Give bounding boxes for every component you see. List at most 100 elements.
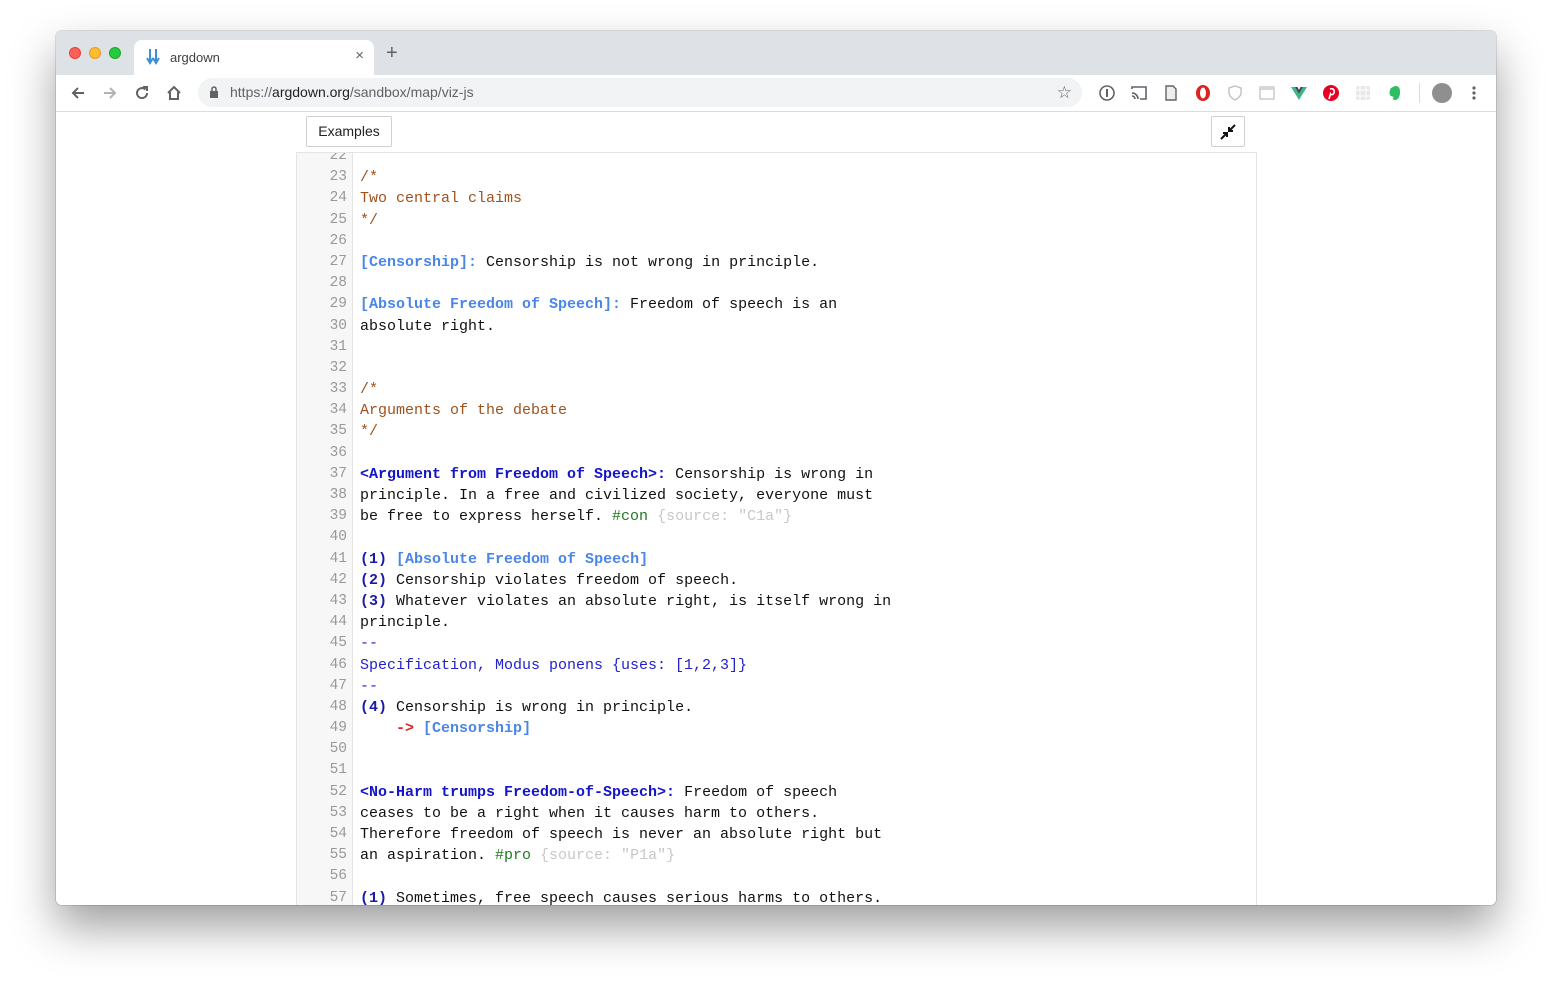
line-number: 47 <box>329 677 347 694</box>
code-line[interactable]: 25 */ <box>297 210 1237 231</box>
back-icon[interactable] <box>69 84 87 102</box>
pinterest-icon[interactable] <box>1322 84 1340 102</box>
code-editor[interactable]: 22 23 /* 24 Two central claims 25 */ 26 27 [Censo… <box>296 152 1257 905</box>
code-line[interactable]: 57 (1) Sometimes, free speech causes seri… <box>297 888 1237 905</box>
line-content: (1) Sometimes, free speech causes seriou… <box>360 888 882 905</box>
token: Specification, Modus ponens {uses: [1,2,… <box>360 656 748 674</box>
token: absolute right. <box>360 317 496 335</box>
line-content: [Absolute Freedom of Speech]: Freedom of… <box>360 294 837 315</box>
code-line[interactable]: 45 -- <box>297 633 1237 654</box>
line-number: 30 <box>329 317 347 334</box>
profile-avatar[interactable] <box>1432 83 1452 103</box>
line-content: (2) Censorship violates freedom of speec… <box>360 570 738 591</box>
code-line[interactable]: 55 an aspiration. #pro {source: "P1a"} <box>297 845 1237 866</box>
tab-argdown[interactable]: argdown × <box>134 40 374 75</box>
url-text: https://argdown.org/sandbox/map/viz-js <box>230 84 474 100</box>
line-content: (3) Whatever violates an absolute right,… <box>360 591 891 612</box>
code-line[interactable]: 43 (3) Whatever violates an absolute righ… <box>297 591 1237 612</box>
zoom-window-button[interactable] <box>109 47 121 59</box>
code-line[interactable]: 41 (1) [Absolute Freedom of Speech] <box>297 549 1237 570</box>
code-line[interactable]: 52 <No-Harm trumps Freedom-of-Speech>: Fr… <box>297 782 1237 803</box>
line-content: principle. In a free and civilized socie… <box>360 485 873 506</box>
code-line[interactable]: 46 Specification, Modus ponens {uses: [1,… <box>297 655 1237 676</box>
code-line[interactable]: 35 */ <box>297 421 1237 442</box>
menu-dots-icon[interactable] <box>1465 84 1483 102</box>
code-line[interactable]: 22 <box>297 153 1237 167</box>
tab-close-icon[interactable]: × <box>355 47 364 64</box>
code-line[interactable]: 50 <box>297 739 1237 760</box>
window-icon[interactable] <box>1258 84 1276 102</box>
document-icon[interactable] <box>1162 84 1180 102</box>
code-line[interactable]: 23 /* <box>297 167 1237 188</box>
code-line[interactable]: 34 Arguments of the debate <box>297 400 1237 421</box>
opera-icon[interactable] <box>1194 84 1212 102</box>
token: ceases to be a right when it causes harm… <box>360 804 820 822</box>
line-number: 43 <box>329 592 347 609</box>
cast-icon[interactable] <box>1130 84 1148 102</box>
bookmark-star-icon[interactable]: ☆ <box>1057 83 1072 103</box>
code-line[interactable]: 49 -> [Censorship] <box>297 718 1237 739</box>
line-number: 33 <box>329 381 347 398</box>
code-line[interactable]: 29 [Absolute Freedom of Speech]: Freedom … <box>297 294 1237 315</box>
token: (4) <box>360 698 388 716</box>
code-line[interactable]: 28 <box>297 273 1237 294</box>
code-line[interactable]: 56 <box>297 866 1237 887</box>
code-line[interactable]: 36 <box>297 443 1237 464</box>
token: {source: "C1a"} <box>648 508 793 526</box>
code-line[interactable]: 37 <Argument from Freedom of Speech>: Cen… <box>297 464 1237 485</box>
argdown-favicon-icon <box>146 49 160 65</box>
collapse-icon <box>1220 124 1236 140</box>
code-line[interactable]: 24 Two central claims <box>297 188 1237 209</box>
address-bar[interactable]: https://argdown.org/sandbox/map/viz-js ☆ <box>198 78 1082 107</box>
evernote-icon[interactable] <box>1386 84 1404 102</box>
code-line[interactable]: 53 ceases to be a right when it causes ha… <box>297 803 1237 824</box>
line-number: 57 <box>329 889 347 905</box>
code-line[interactable]: 32 <box>297 358 1237 379</box>
token: Censorship violates freedom of speech. <box>387 571 739 589</box>
code-line[interactable]: 54 Therefore freedom of speech is never a… <box>297 824 1237 845</box>
code-line[interactable]: 39 be free to express herself. #con {sour… <box>297 506 1237 527</box>
line-content: Therefore freedom of speech is never an … <box>360 824 882 845</box>
line-number: 48 <box>329 698 347 715</box>
code-line[interactable]: 38 principle. In a free and civilized soc… <box>297 485 1237 506</box>
token: -> <box>396 720 415 738</box>
exit-fullscreen-button[interactable] <box>1211 116 1245 147</box>
code-line[interactable]: 48 (4) Censorship is wrong in principle. <box>297 697 1237 718</box>
close-window-button[interactable] <box>69 47 81 59</box>
token: Sometimes, free speech causes serious ha… <box>387 889 883 905</box>
code-line[interactable]: 42 (2) Censorship violates freedom of spe… <box>297 570 1237 591</box>
line-content: */ <box>360 421 378 442</box>
minimize-window-button[interactable] <box>89 47 101 59</box>
new-tab-button[interactable]: + <box>386 43 398 63</box>
info-icon[interactable] <box>1098 84 1116 102</box>
line-number: 55 <box>329 847 347 864</box>
line-number: 49 <box>329 720 347 737</box>
line-number: 25 <box>329 211 347 228</box>
token: <Argument from Freedom of Speech>: <box>360 465 667 483</box>
token: [Censorship]: <box>360 253 478 271</box>
home-icon[interactable] <box>165 84 183 102</box>
code-line[interactable]: 30 absolute right. <box>297 316 1237 337</box>
tab-title: argdown <box>170 50 220 65</box>
token: be free to express herself. <box>360 508 613 526</box>
code-line[interactable]: 44 principle. <box>297 612 1237 633</box>
reload-icon[interactable] <box>133 84 151 102</box>
token: -- <box>360 635 379 653</box>
code-line[interactable]: 31 <box>297 337 1237 358</box>
examples-button[interactable]: Examples <box>306 116 392 147</box>
code-line[interactable]: 47 -- <box>297 676 1237 697</box>
code-line[interactable]: 33 /* <box>297 379 1237 400</box>
code-line[interactable]: 51 <box>297 760 1237 781</box>
token: /* <box>360 381 379 399</box>
browser-toolbar: https://argdown.org/sandbox/map/viz-js ☆ <box>56 75 1496 112</box>
line-number: 36 <box>329 444 347 461</box>
code-line[interactable]: 27 [Censorship]: Censorship is not wrong … <box>297 252 1237 273</box>
vue-icon[interactable] <box>1290 84 1308 102</box>
shield-icon[interactable] <box>1226 84 1244 102</box>
token: [Absolute Freedom of Speech]: <box>360 296 622 314</box>
grid-icon[interactable] <box>1354 84 1372 102</box>
code-line[interactable]: 26 <box>297 231 1237 252</box>
line-number: 28 <box>329 275 347 292</box>
forward-icon[interactable] <box>101 84 119 102</box>
code-line[interactable]: 40 <box>297 527 1237 548</box>
